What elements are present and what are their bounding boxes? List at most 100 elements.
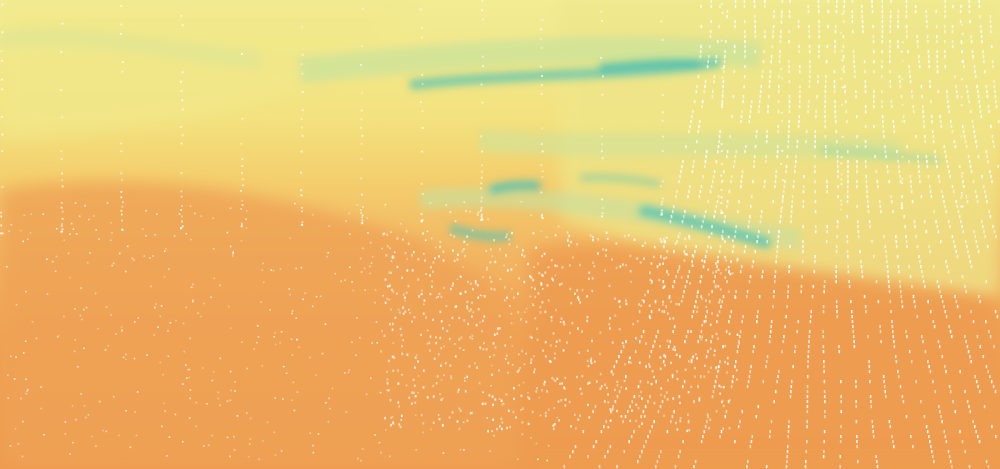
texture-dot [796, 145, 798, 149]
texture-dot [991, 135, 994, 139]
texture-dot [603, 425, 605, 429]
texture-dot [936, 225, 939, 229]
texture-dot [426, 342, 429, 345]
texture-dot [871, 5, 873, 9]
texture-dot [540, 93, 543, 95]
texture-dot [718, 310, 721, 314]
texture-dot [460, 292, 462, 295]
texture-dot [639, 261, 642, 264]
texture-dot [844, 90, 846, 94]
texture-dot [973, 130, 975, 134]
texture-dot [917, 165, 920, 169]
texture-dot [582, 430, 585, 434]
texture-dot [865, 165, 867, 169]
texture-dot [494, 398, 497, 401]
texture-dot [824, 90, 827, 94]
texture-dot [788, 100, 791, 104]
texture-dot [640, 390, 642, 394]
texture-dot [274, 397, 276, 399]
texture-dot [54, 270, 57, 273]
texture-dot [720, 430, 723, 434]
texture-dot [881, 5, 884, 9]
texture-dot [856, 160, 858, 164]
texture-dot [901, 305, 904, 309]
texture-dot [180, 209, 182, 211]
texture-dot [706, 245, 709, 249]
texture-dot [840, 400, 842, 404]
texture-dot [64, 421, 67, 423]
texture-dot [749, 110, 752, 114]
texture-dot [839, 455, 842, 459]
texture-dot [856, 435, 858, 439]
texture-dot [805, 460, 807, 464]
texture-dot [994, 95, 997, 99]
texture-dot [527, 391, 529, 394]
texture-dot [758, 105, 760, 109]
texture-dot [295, 317, 298, 319]
texture-dot [777, 375, 779, 379]
texture-dot [851, 0, 854, 4]
texture-dot [744, 45, 746, 49]
texture-dot [615, 266, 618, 269]
texture-dot [720, 209, 722, 212]
texture-dot [417, 391, 419, 394]
texture-dot [256, 325, 259, 327]
texture-dot [360, 177, 363, 180]
texture-dot [751, 435, 754, 439]
texture-dot [905, 25, 908, 29]
texture-dot [362, 206, 364, 208]
texture-dot [666, 270, 668, 274]
texture-dot [777, 125, 780, 129]
texture-dot [774, 270, 777, 274]
texture-dot [966, 90, 969, 94]
texture-dot [399, 327, 402, 331]
texture-dot [756, 320, 758, 324]
texture-dot [753, 0, 756, 4]
texture-dot [818, 20, 820, 24]
texture-dot [491, 395, 494, 398]
texture-dot [504, 286, 506, 289]
texture-dot [788, 95, 791, 99]
texture-dot [662, 280, 665, 284]
texture-dot [480, 209, 482, 212]
texture-dot [797, 320, 800, 324]
texture-dot [687, 275, 689, 279]
texture-dot [791, 195, 794, 199]
texture-dot [758, 230, 760, 234]
texture-dot [791, 205, 793, 209]
texture-dot [970, 170, 973, 174]
texture-dot [23, 214, 26, 217]
texture-dot [492, 342, 495, 345]
texture-dot [471, 301, 473, 304]
texture-dot [699, 120, 701, 124]
texture-dot [0, 232, 2, 235]
texture-dot [634, 350, 637, 354]
texture-dot [698, 125, 700, 129]
texture-dot [742, 315, 744, 319]
texture-dot [879, 325, 881, 329]
texture-dot [541, 288, 544, 290]
texture-dot [898, 170, 901, 174]
texture-dot [909, 80, 912, 84]
texture-dot [806, 405, 809, 409]
texture-dot [537, 292, 540, 295]
texture-dot [775, 260, 777, 264]
texture-dot [262, 262, 264, 265]
texture-dot [392, 421, 394, 424]
texture-dot [518, 277, 520, 280]
texture-dot [908, 70, 911, 74]
texture-dot [256, 341, 258, 344]
texture-dot [806, 410, 809, 414]
texture-dot [181, 220, 183, 223]
texture-dot [977, 250, 980, 254]
texture-dot [873, 255, 875, 259]
texture-dot [180, 126, 182, 128]
texture-dot [901, 204, 903, 207]
texture-dot [715, 55, 718, 59]
texture-dot [782, 340, 785, 344]
texture-dot [663, 310, 666, 314]
texture-dot [709, 190, 712, 194]
texture-dot [420, 213, 423, 215]
texture-dot [540, 84, 543, 86]
texture-dot [462, 349, 465, 351]
